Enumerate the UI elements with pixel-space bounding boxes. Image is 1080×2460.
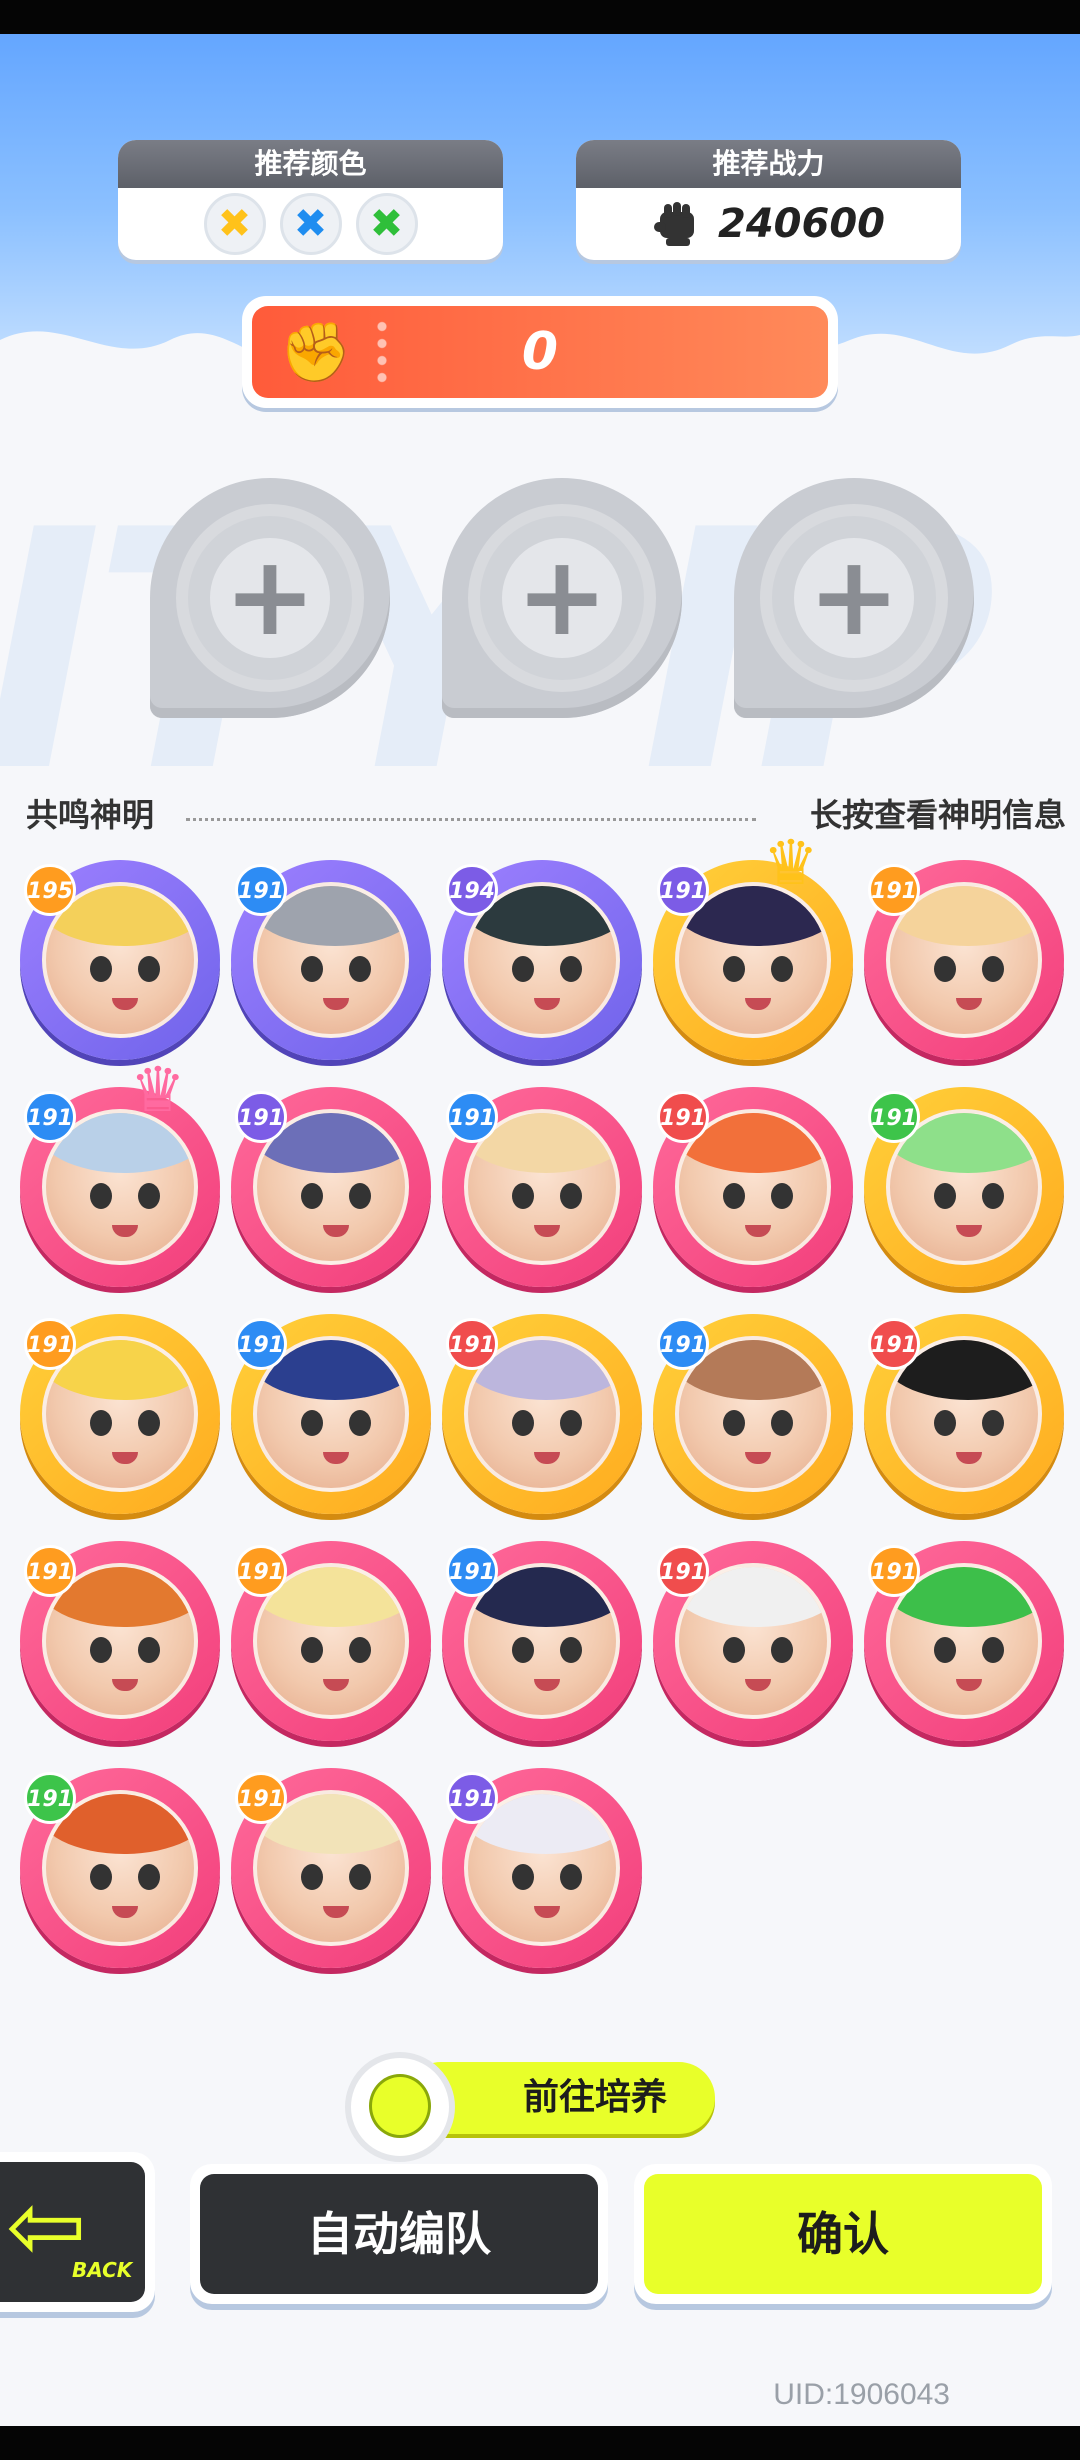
character-card[interactable]: 191 xyxy=(20,1541,220,1741)
character-card[interactable]: 194 xyxy=(442,860,642,1060)
level-badge: 194 xyxy=(446,864,498,916)
level-badge: 191 xyxy=(868,864,920,916)
level-badge: 191 xyxy=(235,1772,287,1824)
level-badge: 191 xyxy=(24,1091,76,1143)
character-card[interactable]: 191 xyxy=(653,1541,853,1741)
level-badge: 191 xyxy=(446,1772,498,1824)
level-badge: 191 xyxy=(657,1091,709,1143)
level-badge: 191 xyxy=(868,1091,920,1143)
color-x-icon: ✖ xyxy=(279,193,342,255)
team-slot-1[interactable]: + xyxy=(150,478,390,718)
level-badge: 191 xyxy=(446,1545,498,1597)
character-card[interactable]: 191 xyxy=(864,860,1064,1060)
crown-icon: ♛ xyxy=(130,1053,186,1126)
character-card[interactable]: 191 xyxy=(231,860,431,1060)
level-badge: 191 xyxy=(24,1545,76,1597)
level-badge: 191 xyxy=(235,864,287,916)
character-card[interactable]: 191 xyxy=(442,1768,642,1968)
uid-text: UID:1906043 xyxy=(773,2378,950,2411)
level-badge: 191 xyxy=(235,1091,287,1143)
level-badge: 191 xyxy=(657,1318,709,1370)
crown-icon: ♛ xyxy=(763,826,819,899)
character-card[interactable]: 191 ♛ xyxy=(20,1059,220,1287)
recommend-power-label: 推荐战力 xyxy=(576,140,961,188)
status-bar xyxy=(0,0,1080,34)
dotted-divider xyxy=(186,818,756,821)
recommend-color-label: 推荐颜色 xyxy=(118,140,503,188)
auto-team-button[interactable]: 自动编队 xyxy=(190,2164,608,2304)
character-card[interactable]: 191 xyxy=(864,1314,1064,1514)
section-hint: 长按查看神明信息 xyxy=(809,796,1066,834)
recommend-power-card: 推荐战力 240600 xyxy=(576,140,961,260)
character-card[interactable]: 195 xyxy=(20,860,220,1060)
level-badge: 191 xyxy=(446,1091,498,1143)
confirm-label: 确认 xyxy=(644,2174,1042,2294)
character-card[interactable]: 191 xyxy=(231,1087,431,1287)
back-button[interactable]: ⇦ BACK xyxy=(0,2152,155,2312)
plus-icon: + xyxy=(502,538,622,658)
level-badge: 191 xyxy=(868,1318,920,1370)
current-power-value: 0 xyxy=(521,322,559,382)
level-badge: 191 xyxy=(657,864,709,916)
navigation-bar xyxy=(0,2426,1080,2460)
level-badge: 191 xyxy=(657,1545,709,1597)
character-card[interactable]: 191 xyxy=(864,1087,1064,1287)
character-card[interactable]: 191 xyxy=(231,1314,431,1514)
character-card[interactable]: 191 xyxy=(231,1541,431,1741)
team-slot-2[interactable]: + xyxy=(442,478,682,718)
character-card[interactable]: 191 xyxy=(653,1314,853,1514)
confirm-button[interactable]: 确认 xyxy=(634,2164,1052,2304)
level-badge: 191 xyxy=(24,1772,76,1824)
plus-icon: + xyxy=(794,538,914,658)
character-card[interactable]: 191 xyxy=(442,1087,642,1287)
character-card[interactable]: 191 xyxy=(231,1768,431,1968)
section-title: 共鸣神明 xyxy=(26,796,155,834)
color-x-icon: ✖ xyxy=(203,193,266,255)
color-x-icon: ✖ xyxy=(355,193,418,255)
bird-mascot-icon xyxy=(345,2052,455,2162)
character-card[interactable]: 191 xyxy=(442,1314,642,1514)
level-badge: 191 xyxy=(868,1545,920,1597)
level-badge: 191 xyxy=(24,1318,76,1370)
level-badge: 191 xyxy=(235,1545,287,1597)
level-badge: 191 xyxy=(235,1318,287,1370)
character-card[interactable]: 191 xyxy=(20,1314,220,1514)
current-power-bar: ✊ 0 xyxy=(242,296,838,408)
level-badge: 195 xyxy=(24,864,76,916)
level-badge: 191 xyxy=(446,1318,498,1370)
character-card[interactable]: 191 xyxy=(864,1541,1064,1741)
back-label: BACK xyxy=(72,2258,133,2282)
character-card[interactable]: 191 xyxy=(653,1087,853,1287)
character-card[interactable]: 191 ♛ xyxy=(653,832,853,1060)
plus-icon: + xyxy=(210,538,330,658)
auto-team-label: 自动编队 xyxy=(200,2174,598,2294)
team-slot-3[interactable]: + xyxy=(734,478,974,718)
recommend-color-list: ✖ ✖ ✖ xyxy=(118,188,503,260)
section-header: 共鸣神明 长按查看神明信息 xyxy=(26,790,1066,834)
recommend-color-card: 推荐颜色 ✖ ✖ ✖ xyxy=(118,140,503,260)
character-card[interactable]: 191 xyxy=(442,1541,642,1741)
recommend-power-value: 240600 xyxy=(718,201,885,247)
cultivate-button[interactable]: 前往培养 xyxy=(345,2052,715,2162)
character-card[interactable]: 191 xyxy=(20,1768,220,1968)
fist-icon xyxy=(654,202,694,246)
